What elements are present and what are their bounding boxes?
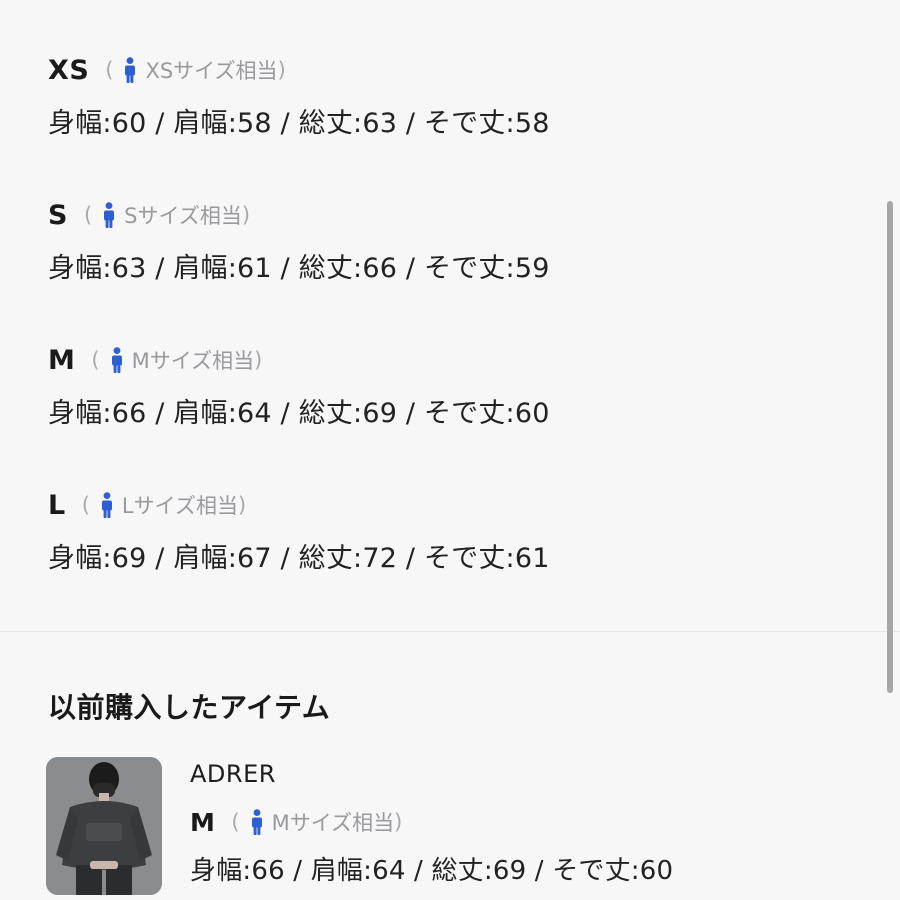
size-equivalent-label: Mサイズ相当 [131, 349, 255, 373]
product-brand: ADRER [190, 760, 276, 788]
size-code: XS [48, 54, 90, 86]
size-equivalent-label: XSサイズ相当 [145, 59, 278, 83]
previous-items-title: 以前購入したアイテム [48, 691, 331, 724]
person-icon [111, 347, 122, 373]
size-header: L ( Lサイズ相当 ) [48, 487, 550, 523]
section-divider [0, 631, 900, 632]
close-paren: ) [254, 348, 263, 372]
size-option-s[interactable]: S ( Sサイズ相当 ) 身幅:63 / 肩幅:61 / 総丈:66 / そで丈… [48, 197, 550, 285]
product-thumbnail[interactable] [46, 757, 162, 895]
model-photo [46, 757, 162, 895]
size-equivalent-label: Mサイズ相当 [271, 811, 395, 835]
size-equivalent-label: Sサイズ相当 [124, 204, 242, 228]
close-paren: ) [241, 203, 251, 227]
size-option-l[interactable]: L ( Lサイズ相当 ) 身幅:69 / 肩幅:67 / 総丈:72 / そで丈… [48, 487, 550, 575]
close-paren: ) [394, 810, 403, 834]
product-size-equivalent: ( Mサイズ相当 ) [231, 807, 402, 837]
person-icon [125, 57, 136, 83]
size-equivalent-label: Lサイズ相当 [121, 494, 238, 518]
size-measurements: 身幅:69 / 肩幅:67 / 総丈:72 / そで丈:61 [48, 543, 550, 574]
size-header: XS ( XSサイズ相当 ) [48, 52, 550, 88]
size-equivalent: ( Lサイズ相当 ) [82, 490, 246, 520]
product-size-header: M ( Mサイズ相当 ) [190, 804, 673, 840]
size-equivalent: ( Mサイズ相当 ) [91, 345, 262, 375]
close-paren: ) [277, 58, 286, 82]
size-code: L [48, 489, 66, 521]
size-header: M ( Mサイズ相当 ) [48, 342, 550, 378]
close-paren: ) [238, 493, 247, 517]
size-measurements: 身幅:60 / 肩幅:58 / 総丈:63 / そで丈:58 [48, 108, 550, 139]
product-measurements: 身幅:66 / 肩幅:64 / 総丈:69 / そで丈:60 [190, 856, 674, 886]
open-paren: ( [231, 810, 240, 834]
size-equivalent: ( Sサイズ相当 ) [84, 200, 250, 230]
size-code: M [48, 344, 76, 376]
size-option-m[interactable]: M ( Mサイズ相当 ) 身幅:66 / 肩幅:64 / 総丈:69 / そで丈… [48, 342, 550, 430]
size-equivalent: ( XSサイズ相当 ) [105, 55, 286, 85]
size-header: S ( Sサイズ相当 ) [48, 197, 550, 233]
size-code: S [48, 199, 68, 231]
size-option-xs[interactable]: XS ( XSサイズ相当 ) 身幅:60 / 肩幅:58 / 総丈:63 / そ… [48, 52, 550, 140]
scrollbar-thumb[interactable] [887, 201, 893, 693]
previous-item[interactable]: ADRER M ( Mサイズ相当 ) 身幅:66 / 肩幅:64 / 総丈:69… [190, 760, 673, 887]
open-paren: ( [83, 203, 93, 227]
open-paren: ( [105, 58, 114, 82]
person-icon [104, 202, 115, 228]
person-icon [251, 809, 262, 835]
person-icon [101, 492, 112, 518]
open-paren: ( [91, 348, 100, 372]
size-measurements: 身幅:63 / 肩幅:61 / 総丈:66 / そで丈:59 [48, 253, 550, 284]
product-size-code: M [190, 807, 216, 837]
size-measurements: 身幅:66 / 肩幅:64 / 総丈:69 / そで丈:60 [48, 398, 550, 429]
open-paren: ( [81, 493, 90, 517]
